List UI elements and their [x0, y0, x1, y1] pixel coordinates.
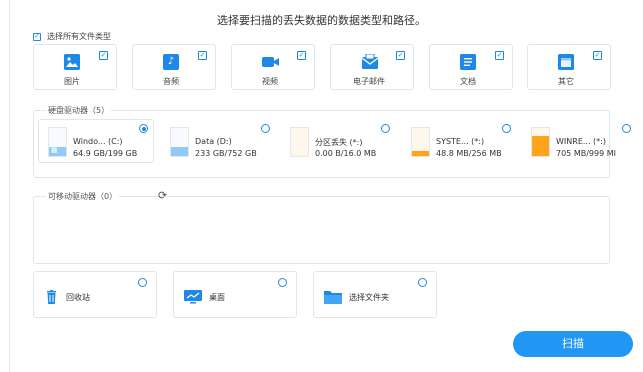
radio-button[interactable] — [278, 278, 287, 287]
drive-item[interactable]: ▦ Windo... (C:) 64.9 GB/199 GB — [38, 119, 154, 163]
drive-name: WINRE... (*:) — [556, 137, 606, 146]
select-all-checkbox[interactable]: ✓ 选择所有文件类型 — [33, 31, 111, 42]
drive-size: 48.8 MB/256 MB — [436, 149, 502, 158]
drive-icon — [531, 127, 550, 157]
drive-usage-fill — [532, 136, 549, 156]
file-type-video[interactable]: ✓ 视频 — [231, 44, 315, 90]
location-label: 选择文件夹 — [349, 293, 389, 302]
location-desktop[interactable]: 桌面 — [173, 271, 297, 318]
drive-size: 64.9 GB/199 GB — [73, 149, 138, 158]
recycle-bin-icon — [44, 289, 59, 304]
drive-size: 705 MB/999 MI — [556, 149, 616, 158]
file-type-label: 图片 — [64, 77, 80, 86]
drive-usage-fill — [412, 150, 429, 156]
radio-button[interactable] — [418, 278, 427, 287]
radio-button[interactable] — [138, 278, 147, 287]
scan-button[interactable]: 扫描 — [513, 331, 633, 357]
document-icon — [460, 54, 476, 70]
music-icon: ♪ — [163, 54, 179, 70]
location-label: 回收站 — [66, 293, 90, 302]
windows-logo-icon: ▦ — [51, 146, 58, 154]
removable-drive-section-title: 可移动驱动器（0） — [46, 191, 120, 202]
file-type-label: 视频 — [262, 77, 278, 86]
checkmark-icon[interactable]: ✓ — [297, 51, 306, 60]
drive-size: 233 GB/752 GB — [195, 149, 257, 158]
drive-name: Windo... (C:) — [73, 137, 123, 146]
checkmark-icon[interactable]: ✓ — [198, 51, 207, 60]
radio-button[interactable] — [502, 124, 511, 133]
drive-icon — [170, 127, 189, 157]
video-icon — [262, 54, 279, 70]
select-all-label: 选择所有文件类型 — [47, 32, 111, 41]
drive-item[interactable]: Data (D:) 233 GB/752 GB — [160, 119, 276, 163]
drive-name: SYSTE... (*:) — [436, 137, 485, 146]
file-type-label: 音频 — [163, 77, 179, 86]
drive-icon: ▦ — [48, 127, 67, 157]
file-type-other[interactable]: ✓ 其它 — [527, 44, 611, 90]
file-type-email[interactable]: ✓ 电子邮件 — [330, 44, 414, 90]
desktop-icon — [184, 289, 202, 304]
checkmark-icon[interactable]: ✓ — [495, 51, 504, 60]
checkmark-icon[interactable]: ✓ — [593, 51, 602, 60]
file-type-documents[interactable]: ✓ 文档 — [429, 44, 513, 90]
drive-name: Data (D:) — [195, 137, 232, 146]
radio-button[interactable] — [139, 124, 148, 133]
radio-button[interactable] — [622, 124, 631, 133]
removable-drive-panel — [33, 196, 610, 264]
window-edge — [9, 0, 10, 372]
radio-button[interactable] — [381, 124, 390, 133]
drive-icon — [290, 127, 309, 157]
location-label: 桌面 — [209, 293, 225, 302]
drive-usage-fill — [171, 147, 188, 156]
folder-icon — [324, 289, 342, 304]
location-select-folder[interactable]: 选择文件夹 — [313, 271, 437, 318]
file-type-images[interactable]: ✓ 图片 — [33, 44, 117, 90]
drive-size: 0.00 B/16.0 MB — [315, 149, 377, 158]
file-type-label: 电子邮件 — [353, 77, 385, 86]
email-icon — [361, 53, 379, 70]
image-icon — [64, 54, 80, 70]
drive-item[interactable]: 分区丢失 (*:) 0.00 B/16.0 MB — [280, 119, 396, 163]
page-title: 选择要扫描的丢失数据的数据类型和路径。 — [217, 14, 426, 27]
refresh-icon[interactable]: ⟳ — [158, 189, 167, 202]
location-recycle-bin[interactable]: 回收站 — [33, 271, 157, 318]
file-type-label: 文档 — [460, 77, 476, 86]
other-icon — [558, 54, 574, 70]
checkmark-icon[interactable]: ✓ — [396, 51, 405, 60]
file-type-audio[interactable]: ✓ ♪ 音频 — [132, 44, 216, 90]
checkmark-icon: ✓ — [33, 32, 41, 41]
hard-drive-section-title: 硬盘驱动器（5） — [46, 105, 112, 116]
drive-item[interactable]: SYSTE... (*:) 48.8 MB/256 MB — [401, 119, 517, 163]
drive-icon — [411, 127, 430, 157]
checkmark-icon[interactable]: ✓ — [99, 51, 108, 60]
radio-button[interactable] — [261, 124, 270, 133]
file-type-label: 其它 — [558, 77, 574, 86]
drive-item[interactable]: WINRE... (*:) 705 MB/999 MI — [521, 119, 637, 163]
drive-name: 分区丢失 (*:) — [315, 138, 363, 147]
